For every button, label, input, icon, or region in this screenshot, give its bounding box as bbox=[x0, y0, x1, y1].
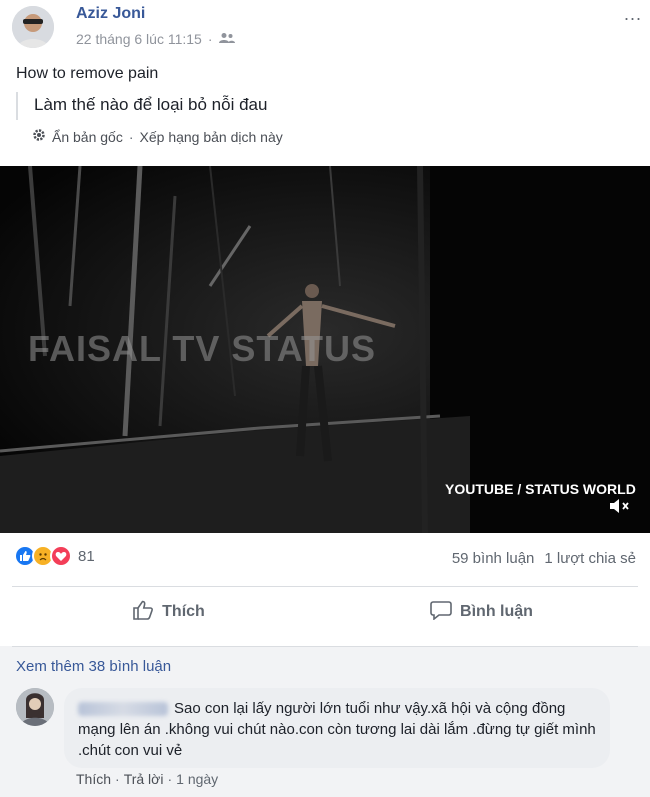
commenter-avatar[interactable] bbox=[16, 688, 54, 726]
mute-icon[interactable] bbox=[608, 496, 632, 516]
like-label: Thích bbox=[162, 603, 205, 620]
post-actions: Thích Bình luận bbox=[12, 590, 638, 634]
more-options-icon[interactable]: ... bbox=[624, 4, 642, 25]
comment-icon bbox=[430, 600, 452, 625]
view-more-comments-link[interactable]: Xem thêm 38 bình luận bbox=[16, 658, 171, 675]
see-original-link[interactable]: Ẩn bản gốc bbox=[52, 129, 123, 145]
author-avatar[interactable] bbox=[12, 6, 54, 48]
post-stats: 59 bình luận 1 lượt chia sẻ bbox=[452, 550, 636, 567]
divider bbox=[12, 646, 638, 647]
thumbs-up-icon bbox=[132, 600, 154, 625]
reactions-summary[interactable]: 81 bbox=[14, 545, 95, 567]
comment-reply-link[interactable]: Trả lời bbox=[124, 771, 164, 787]
translation-block: Làm thế nào để loại bỏ nỗi đau bbox=[16, 92, 626, 120]
video-watermark: FAISAL TV STATUS bbox=[28, 328, 377, 369]
share-count-link[interactable]: 1 lượt chia sẻ bbox=[544, 550, 636, 567]
love-reaction-icon bbox=[50, 545, 72, 567]
post-meta: 22 tháng 6 lúc 11:15 · bbox=[76, 31, 235, 47]
gear-icon[interactable] bbox=[32, 128, 46, 145]
separator: · bbox=[207, 31, 213, 47]
separator: · bbox=[128, 128, 134, 145]
like-button[interactable]: Thích bbox=[12, 590, 325, 634]
video-corner-watermark: YOUTUBE / STATUS WORLD bbox=[445, 481, 636, 497]
rate-translation-link[interactable]: Xếp hạng bản dịch này bbox=[140, 129, 283, 145]
post-header: Aziz Joni 22 tháng 6 lúc 11:15 · ... bbox=[0, 0, 650, 60]
comment-like-link[interactable]: Thích bbox=[76, 771, 111, 787]
video-player[interactable]: FAISAL TV STATUS YOUTUBE / STATUS WORLD bbox=[0, 166, 650, 533]
reaction-count: 81 bbox=[78, 547, 95, 565]
translated-text: Làm thế nào để loại bỏ nỗi đau bbox=[34, 95, 268, 114]
comment-time[interactable]: 1 ngày bbox=[176, 771, 218, 787]
comment-actions: Thích · Trả lời · 1 ngày bbox=[76, 771, 218, 787]
author-name[interactable]: Aziz Joni bbox=[76, 5, 145, 23]
comment-count-link[interactable]: 59 bình luận bbox=[452, 550, 535, 567]
friends-icon[interactable] bbox=[218, 31, 235, 47]
commenter-name-blurred[interactable] bbox=[78, 702, 168, 717]
translation-links: Ẩn bản gốc · Xếp hạng bản dịch này bbox=[32, 128, 283, 145]
comment-button[interactable]: Bình luận bbox=[325, 590, 638, 634]
post-timestamp[interactable]: 22 tháng 6 lúc 11:15 bbox=[76, 31, 202, 47]
separator: · bbox=[167, 771, 173, 787]
comment-bubble: Sao con lại lấy người lớn tuổi như vậy.x… bbox=[64, 688, 610, 768]
post-text: How to remove pain bbox=[16, 65, 159, 82]
comment-label: Bình luận bbox=[460, 603, 533, 620]
separator: · bbox=[115, 771, 120, 787]
divider bbox=[12, 586, 638, 587]
